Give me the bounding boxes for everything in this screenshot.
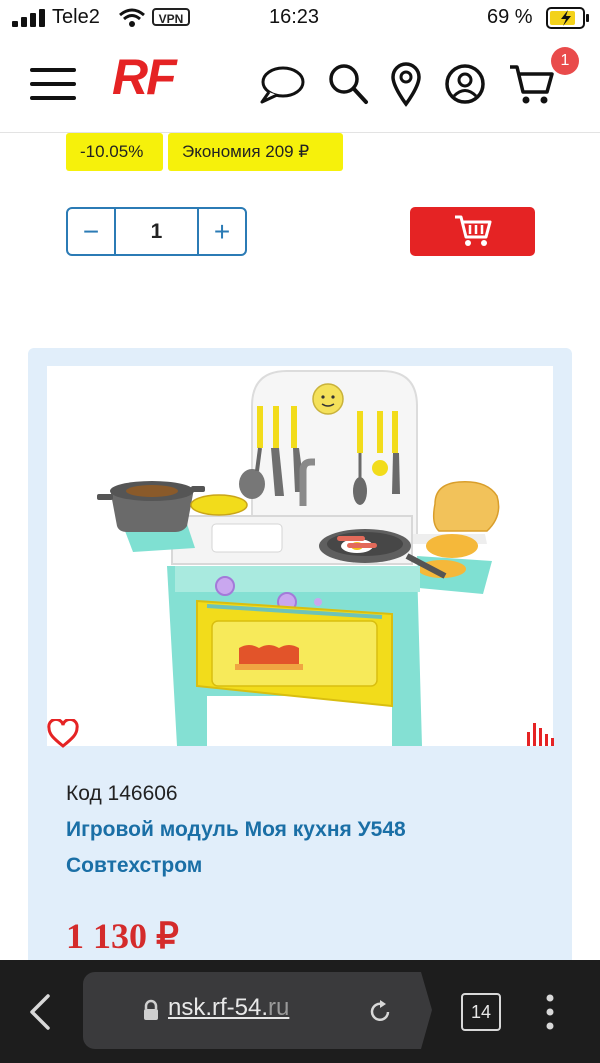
menu-icon[interactable] (30, 68, 76, 100)
reload-icon[interactable] (368, 998, 392, 1024)
chat-icon[interactable] (259, 64, 305, 108)
decrease-button[interactable]: − (68, 209, 114, 254)
url-text: nsk.rf-54.ru (168, 994, 289, 1022)
increase-button[interactable]: + (199, 209, 245, 254)
address-bar[interactable]: nsk.rf-54.ru (83, 972, 415, 1049)
product-image[interactable] (47, 366, 553, 746)
tabs-button[interactable]: 14 (461, 993, 501, 1031)
cart-count-badge: 1 (551, 47, 579, 75)
discount-badge: -10.05% (66, 133, 163, 171)
url-suffix: ru (268, 994, 290, 1021)
back-icon[interactable] (28, 993, 52, 1031)
heart-icon[interactable] (47, 719, 79, 749)
clock: 16:23 (269, 6, 320, 28)
site-header: RF 1 (0, 36, 600, 133)
cart-icon (455, 215, 492, 246)
url-main: nsk.rf-54. (168, 994, 269, 1021)
quantity-field[interactable]: 1 (114, 209, 199, 254)
vpn-badge: VPN (152, 8, 190, 26)
product-code: Код 146606 (66, 782, 178, 805)
account-icon[interactable] (444, 63, 486, 105)
site-logo[interactable]: RF (112, 48, 177, 106)
more-icon[interactable] (545, 994, 555, 1030)
status-bar: Tele2 VPN 16:23 69 % (0, 0, 600, 36)
wifi-icon (119, 8, 145, 27)
add-to-cart-button[interactable] (410, 207, 535, 256)
battery-percent: 69 % (487, 6, 533, 28)
carrier-name: Tele2 (52, 6, 100, 28)
location-icon[interactable] (390, 61, 422, 107)
compare-icon[interactable] (525, 720, 555, 748)
search-icon[interactable] (327, 62, 369, 106)
browser-toolbar: nsk.rf-54.ru 14 (0, 960, 600, 1063)
address-bar-arrow (415, 972, 432, 1049)
product-title[interactable]: Игровой модуль Моя кухня У548 Совтехстро… (66, 812, 506, 884)
lock-icon (144, 999, 158, 1020)
savings-badge: Экономия 209 ₽ (168, 133, 343, 171)
quantity-stepper: − 1 + (66, 207, 247, 256)
product-price: 1 130 ₽ (66, 916, 179, 956)
cart-icon[interactable] (508, 63, 554, 107)
battery-icon (546, 7, 589, 29)
signal-icon (12, 9, 45, 27)
